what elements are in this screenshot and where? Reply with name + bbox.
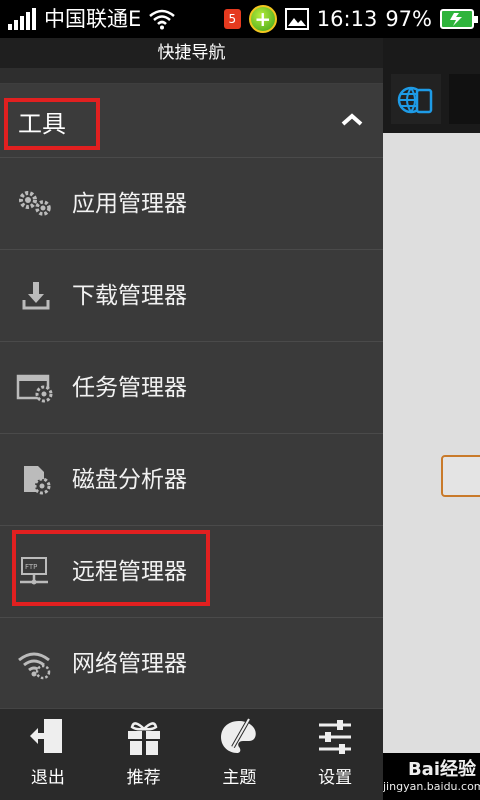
task-icon [16,372,56,404]
background-toolbar [383,38,480,133]
drawer-title: 快捷导航 [0,38,383,68]
clock: 16:13 [316,7,378,31]
tools-section-header[interactable]: 工具 [0,84,383,158]
chevron-up-icon[interactable] [341,112,363,126]
gears-app-icon [16,188,56,220]
battery-percent: 97% [385,7,432,31]
globe-device-icon[interactable] [391,74,441,124]
carrier-name: 中国联通E [44,7,142,31]
menu-item-label: 网络管理器 [72,651,187,677]
watermark: Bai经验 jingyan.baidu.com [383,759,480,794]
menu-item-label: 磁盘分析器 [72,467,187,493]
menu-item-label: 远程管理器 [72,559,187,585]
background-box [441,455,480,497]
download-icon [16,280,56,312]
menu-item-task-manager[interactable]: 任务管理器 [0,342,383,434]
battery-icon [440,9,478,29]
exit-button[interactable]: 退出 [0,709,96,800]
wifi-network-icon [16,648,56,680]
menu-item-label: 下载管理器 [72,283,187,309]
exit-door-icon [28,717,68,757]
sdcard-icon [16,464,56,496]
navigation-drawer: 快捷导航 工具 应用管理器 下载管理器 任务管理器 磁盘分析器 FTP 远程管理… [0,38,383,800]
highlight-box [4,98,100,150]
settings-label: 设置 [318,768,353,788]
status-left: 中国联通E [8,6,176,32]
status-right: 5 + 16:13 97% [223,5,478,33]
theme-label: 主题 [222,768,257,788]
menu-item-disk-analyzer[interactable]: 磁盘分析器 [0,434,383,526]
recommend-button[interactable]: 推荐 [96,709,192,800]
signal-strength-icon [8,8,36,30]
gift-icon [124,717,164,757]
screen: 中国联通E 5 + 16:13 97% Bai经验 jingyan.baidu.… [0,0,480,800]
screenshot-icon [284,8,309,30]
recommend-label: 推荐 [126,768,161,788]
theme-button[interactable]: 主题 [192,709,288,800]
menu-item-app-manager[interactable]: 应用管理器 [0,158,383,250]
svg-text:FTP: FTP [25,563,37,571]
menu-item-remote-manager[interactable]: FTP 远程管理器 [0,526,383,618]
menu-item-label: 应用管理器 [72,191,187,217]
background-content [383,133,480,753]
ftp-icon: FTP [16,556,56,588]
exit-label: 退出 [30,768,65,788]
menu-item-network-manager[interactable]: 网络管理器 [0,618,383,710]
security-app-icon: + [248,5,277,33]
background-app: Bai经验 jingyan.baidu.com [383,38,480,800]
notification-badge: 5 [223,9,241,29]
status-bar: 中国联通E 5 + 16:13 97% [0,0,480,38]
settings-button[interactable]: 设置 [287,709,383,800]
wifi-icon [149,9,176,30]
sliders-icon [315,717,355,757]
menu-item-download-manager[interactable]: 下载管理器 [0,250,383,342]
bottom-nav: 退出 推荐 主题 设置 [0,708,383,800]
toolbar-slot [449,74,480,124]
palette-icon [219,717,259,757]
menu-item-label: 任务管理器 [72,375,187,401]
drawer-divider [0,68,383,84]
